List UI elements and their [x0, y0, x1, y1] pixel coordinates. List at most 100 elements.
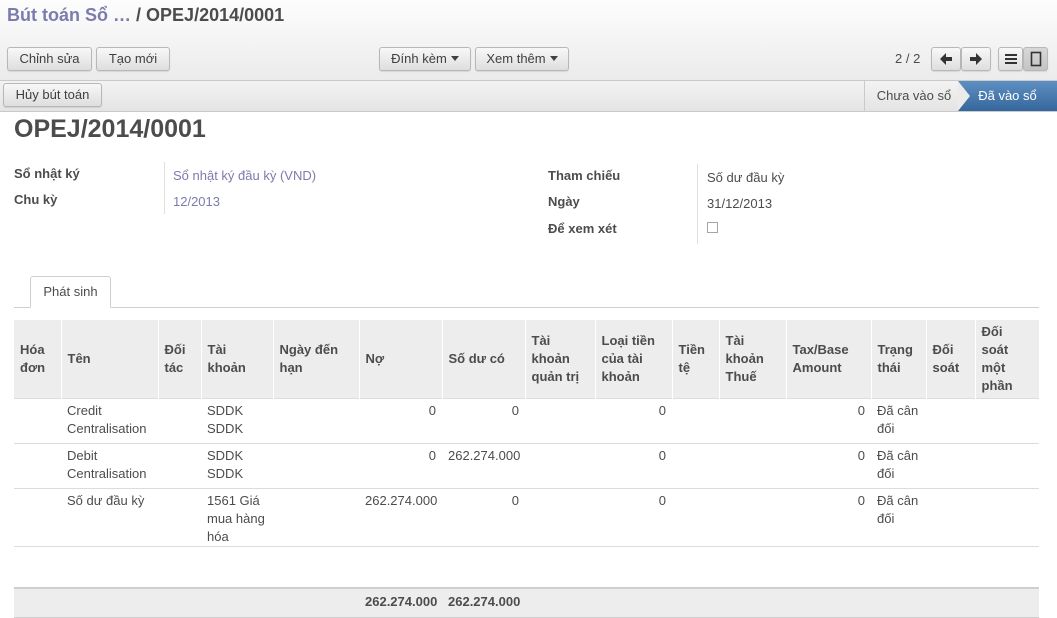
journal-link[interactable]: Sổ nhật ký đầu kỳ (VND) — [173, 168, 316, 183]
empty-cell — [14, 567, 1039, 588]
table-cell: 0 — [359, 398, 442, 444]
list-view-icon — [1004, 54, 1017, 64]
table-cell — [273, 488, 359, 547]
pager-previous-button[interactable] — [931, 47, 961, 71]
reference-label: Tham chiếu — [548, 168, 621, 183]
column-header[interactable]: Tài khoản Thuế — [719, 320, 787, 399]
pager-next-button[interactable] — [961, 47, 991, 71]
table-cell — [926, 398, 975, 444]
empty-row — [14, 567, 1039, 588]
tab-journal-items[interactable]: Phát sinh — [30, 276, 111, 308]
column-header[interactable]: Tài khoản quản trị — [525, 320, 596, 399]
breadcrumb: Bút toán Sổ … / OPEJ/2014/0001 — [7, 4, 284, 26]
to-review-checkbox[interactable] — [707, 222, 718, 233]
table-cell — [871, 587, 926, 618]
attach-dropdown[interactable]: Đính kèm — [379, 47, 471, 71]
attach-label: Đính kèm — [391, 51, 447, 66]
form-view-button[interactable] — [1023, 47, 1048, 71]
table-cell — [719, 488, 786, 547]
column-header[interactable]: Tax/Base Amount — [786, 320, 872, 399]
table-cell: Đã cân đối — [871, 488, 926, 547]
column-header[interactable]: Tiền tệ — [672, 320, 720, 399]
column-header[interactable]: Tài khoản — [201, 320, 274, 399]
table-cell: SDDK SDDK — [201, 398, 273, 444]
status-bar: Hủy bút toán Chưa vào sổ Đã vào sổ — [0, 81, 1057, 112]
table-cell — [14, 443, 61, 489]
table-cell — [672, 488, 719, 547]
table-cell — [975, 443, 1039, 489]
form-view-icon — [1030, 51, 1041, 67]
more-dropdown[interactable]: Xem thêm — [475, 47, 569, 71]
table-cell: Đã cân đối — [871, 443, 926, 489]
column-header[interactable]: Số dư có — [442, 320, 526, 399]
total-credit: 262.274.000 — [442, 587, 525, 618]
table-cell: 0 — [595, 398, 672, 444]
arrow-right-icon — [970, 53, 982, 65]
table-cell — [273, 443, 359, 489]
table-cell: SDDK SDDK — [201, 443, 273, 489]
empty-row — [14, 546, 1039, 567]
table-cell — [719, 587, 786, 618]
arrow-left-icon — [940, 53, 952, 65]
table-cell: 0 — [442, 488, 525, 547]
table-cell: 0 — [359, 443, 442, 489]
table-cell: 1561 Giá mua hàng hóa — [201, 488, 273, 547]
table-cell — [14, 488, 61, 547]
column-header[interactable]: Ngày đến hạn — [273, 320, 360, 399]
table-cell — [273, 587, 359, 618]
stage-unposted[interactable]: Chưa vào sổ — [866, 81, 962, 111]
table-cell — [158, 587, 201, 618]
table-cell: Credit Centralisation — [61, 398, 158, 444]
table-row[interactable]: Debit Centralisation SDDK SDDK 0 262.274… — [14, 443, 1039, 489]
notebook-tab-line — [14, 307, 1039, 308]
create-button[interactable]: Tạo mới — [96, 47, 170, 71]
edit-button[interactable]: Chỉnh sửa — [7, 47, 92, 71]
table-cell — [975, 398, 1039, 444]
column-header[interactable]: Trạng thái — [871, 320, 927, 399]
stage-posted[interactable]: Đã vào sổ — [958, 81, 1057, 111]
table-cell — [786, 587, 871, 618]
breadcrumb-parent[interactable]: Bút toán Sổ … — [7, 5, 131, 25]
period-link[interactable]: 12/2013 — [173, 194, 220, 209]
date-value: 31/12/2013 — [707, 196, 773, 211]
column-header[interactable]: Tên — [61, 320, 159, 399]
table-cell: 0 — [442, 398, 525, 444]
column-header[interactable]: Loại tiền của tài khoản — [595, 320, 673, 399]
table-cell — [273, 398, 359, 444]
table-cell — [719, 443, 786, 489]
table-cell: 0 — [786, 398, 871, 444]
date-label: Ngày — [548, 194, 580, 209]
table-cell — [975, 587, 1039, 618]
table-row[interactable]: Credit Centralisation SDDK SDDK 0 0 0 0 … — [14, 398, 1039, 444]
table-cell — [525, 443, 595, 489]
column-header[interactable]: Hóa đơn — [14, 320, 62, 399]
pager-counter[interactable]: 2 / 2 — [895, 51, 920, 66]
table-cell: 0 — [786, 443, 871, 489]
column-header[interactable]: Đối tác — [158, 320, 202, 399]
stage-posted-label: Đã vào sổ — [978, 88, 1037, 103]
column-header[interactable]: Nợ — [359, 320, 443, 399]
table-cell — [975, 488, 1039, 547]
breadcrumb-current: OPEJ/2014/0001 — [146, 5, 285, 25]
table-cell — [926, 443, 975, 489]
table-cell — [158, 398, 201, 444]
table-cell: 0 — [595, 443, 672, 489]
table-cell: 262.274.000 — [442, 443, 525, 489]
more-label: Xem thêm — [486, 51, 546, 66]
table-cell — [525, 587, 595, 618]
table-cell — [158, 488, 201, 547]
table-cell — [672, 443, 719, 489]
list-view-button[interactable] — [998, 47, 1023, 71]
period-label: Chu kỳ — [14, 192, 58, 207]
column-header[interactable]: Đối soát một phần — [975, 320, 1040, 399]
control-panel: Bút toán Sổ … / OPEJ/2014/0001 Chỉnh sửa… — [0, 0, 1057, 81]
empty-cell — [14, 546, 1039, 567]
journal-items-table: Hóa đơn Tên Đối tác Tài khoản Ngày đến h… — [14, 320, 1040, 618]
field-divider — [164, 162, 165, 214]
status-divider — [864, 81, 865, 111]
cancel-entry-button[interactable]: Hủy bút toán — [3, 83, 102, 107]
table-cell — [14, 398, 61, 444]
table-cell — [14, 587, 61, 618]
column-header[interactable]: Đối soát — [926, 320, 976, 399]
table-row[interactable]: Số dư đầu kỳ 1561 Giá mua hàng hóa 262.2… — [14, 488, 1039, 547]
